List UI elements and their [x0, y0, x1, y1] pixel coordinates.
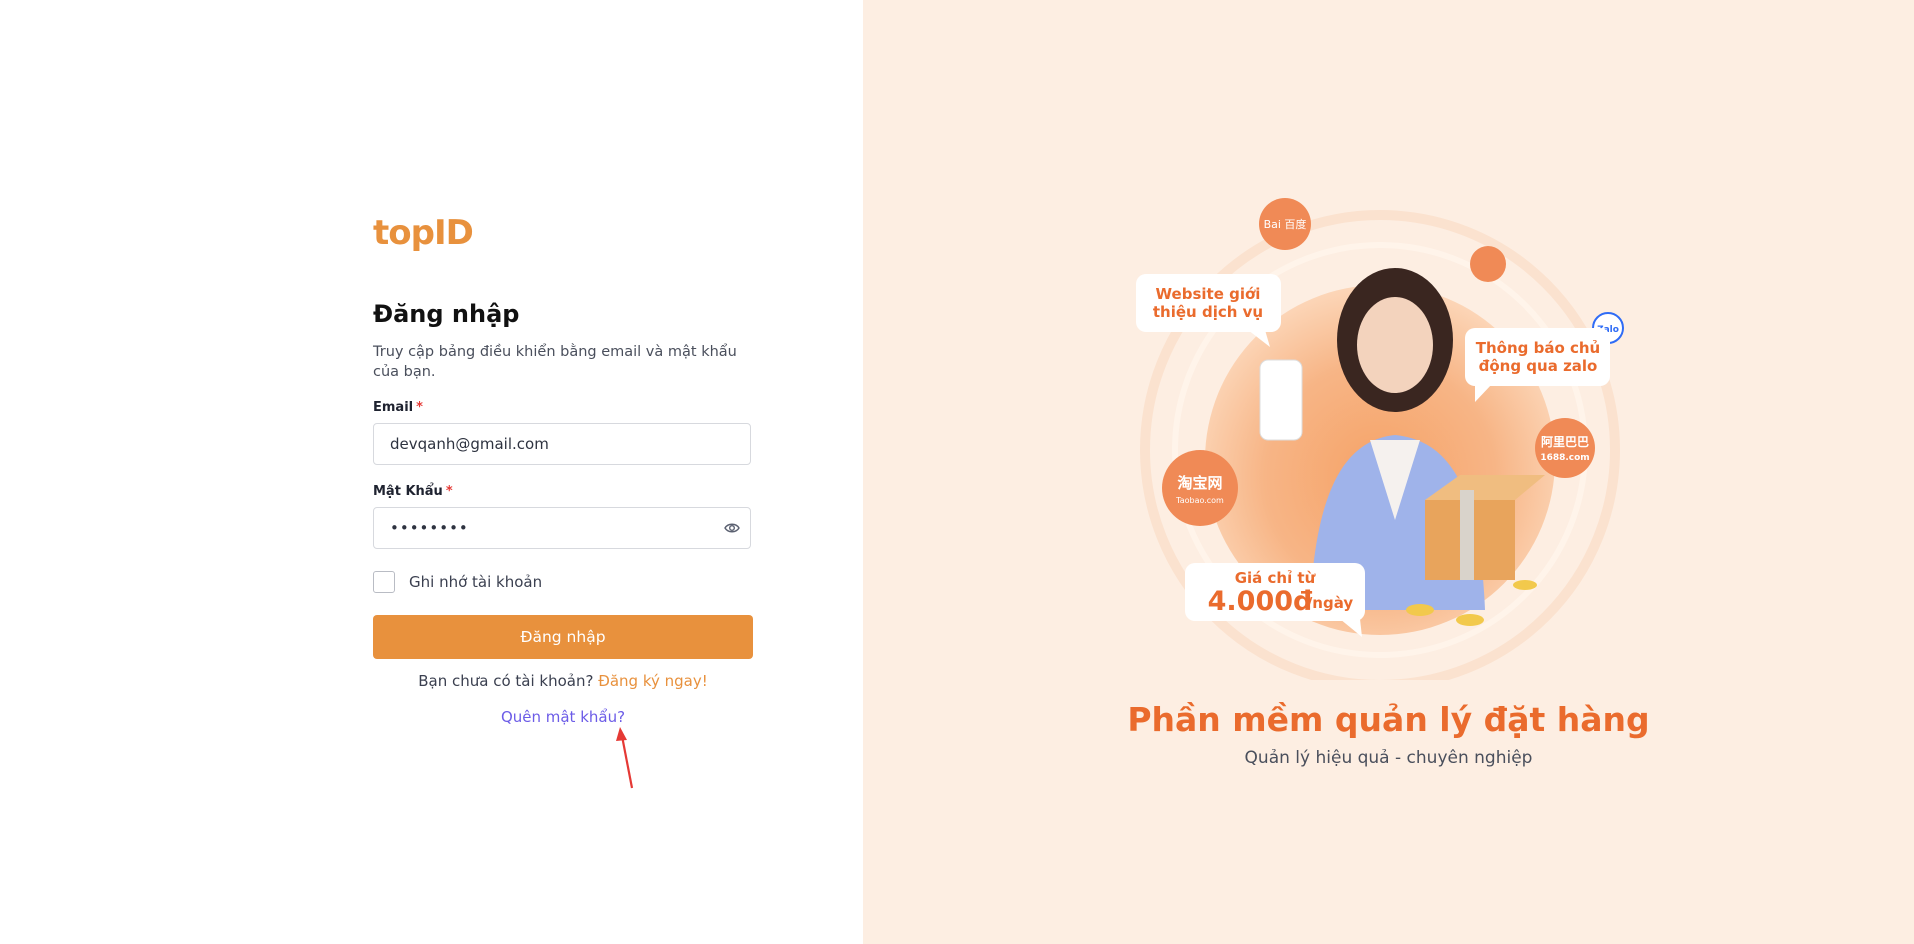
email-field[interactable]	[374, 424, 736, 464]
remember-label[interactable]: Ghi nhớ tài khoản	[409, 573, 542, 591]
promo-subtitle: Quản lý hiệu quả - chuyên nghiệp	[1244, 748, 1533, 768]
svg-text:1688.com: 1688.com	[1540, 453, 1589, 463]
topid-logo: topID	[373, 213, 474, 253]
email-field-wrapper	[373, 423, 751, 465]
svg-text:động qua zalo: động qua zalo	[1479, 357, 1598, 375]
password-field[interactable]	[374, 508, 736, 548]
annotation-arrow-icon	[616, 727, 634, 789]
eye-icon[interactable]	[724, 520, 740, 536]
alibaba-badge	[1470, 246, 1506, 282]
svg-text:Bai 百度: Bai 百度	[1264, 217, 1307, 231]
svg-text:阿里巴巴: 阿里巴巴	[1541, 434, 1589, 449]
signup-prompt: Bạn chưa có tài khoản? Đăng ký ngay!	[373, 672, 753, 690]
required-mark: *	[416, 400, 423, 415]
svg-text:/ngày: /ngày	[1307, 594, 1354, 612]
page-title: Đăng nhập	[373, 300, 520, 328]
required-mark: *	[445, 484, 453, 499]
no-account-text: Bạn chưa có tài khoản?	[418, 672, 594, 690]
page-subtitle: Truy cập bảng điều khiển bằng email và m…	[373, 344, 737, 380]
login-panel: topID Đăng nhập Truy cập bảng điều khiển…	[0, 0, 863, 944]
svg-text:Website giới: Website giới	[1156, 285, 1261, 303]
forgot-password-link[interactable]: Quên mật khẩu?	[501, 708, 625, 726]
svg-text:4.000đ: 4.000đ	[1208, 586, 1313, 617]
password-field-wrapper	[373, 507, 751, 549]
login-button[interactable]: Đăng nhập	[373, 615, 753, 659]
svg-text:Taobao.com: Taobao.com	[1175, 496, 1224, 505]
forgot-password-row: Quên mật khẩu?	[373, 708, 753, 726]
svg-text:Giá chỉ từ: Giá chỉ từ	[1235, 569, 1316, 587]
password-label: Mật Khẩu *	[373, 484, 453, 499]
promo-title: Phần mềm quản lý đặt hàng	[1127, 700, 1650, 739]
email-label: Email *	[373, 400, 423, 415]
signup-link[interactable]: Đăng ký ngay!	[598, 672, 708, 690]
svg-text:thiệu dịch vụ: thiệu dịch vụ	[1153, 303, 1263, 321]
svg-text:淘宝网: 淘宝网	[1176, 474, 1222, 492]
svg-text:Thông báo chủ: Thông báo chủ	[1476, 339, 1601, 357]
email-label-text: Email	[373, 400, 414, 415]
remember-checkbox[interactable]	[373, 571, 395, 593]
password-label-text: Mật Khẩu	[373, 484, 443, 499]
svg-text:topID: topID	[373, 213, 473, 253]
promo-illustration: Bai 百度 淘宝网 Taobao.com 阿里巴巴 1688.com Zalo…	[1136, 198, 1624, 680]
